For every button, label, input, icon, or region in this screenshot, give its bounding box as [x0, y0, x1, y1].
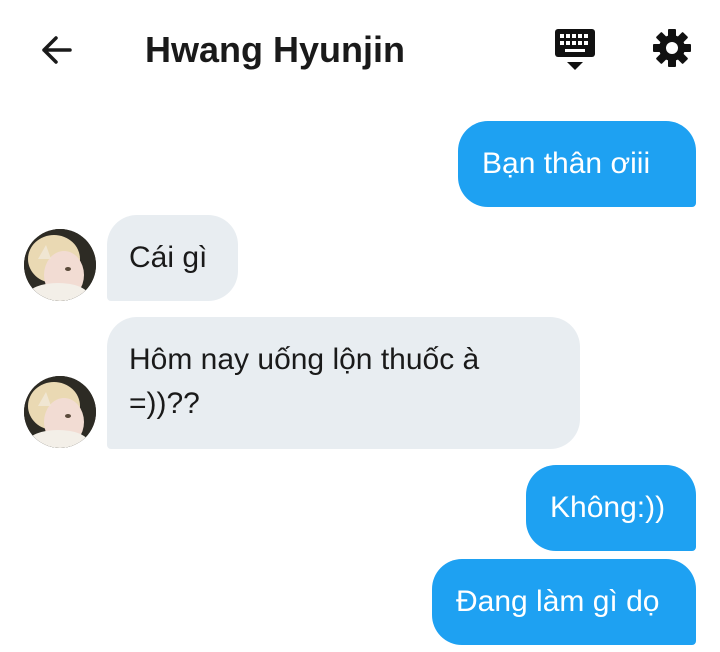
keyboard-button[interactable] [552, 26, 600, 74]
chat-header: Hwang Hyunjin [0, 0, 720, 100]
gear-icon [653, 29, 691, 67]
message-bubble-outgoing[interactable]: Đang làm gì dọ [432, 559, 696, 645]
avatar-image [24, 376, 96, 448]
keyboard-icon [555, 29, 595, 70]
message-bubble-incoming[interactable]: Cái gì [107, 215, 238, 301]
message-bubble-outgoing[interactable]: Bạn thân ơiii [458, 121, 696, 207]
avatar[interactable] [24, 376, 96, 448]
avatar[interactable] [24, 229, 96, 301]
settings-button[interactable] [648, 24, 696, 72]
contact-name: Hwang Hyunjin [145, 29, 405, 70]
arrow-left-icon [42, 36, 72, 64]
back-button[interactable] [30, 26, 82, 74]
avatar-image [24, 229, 96, 301]
message-bubble-incoming[interactable]: Hôm nay uống lộn thuốc à =))?? [107, 317, 580, 449]
message-bubble-outgoing[interactable]: Không:)) [526, 465, 696, 551]
